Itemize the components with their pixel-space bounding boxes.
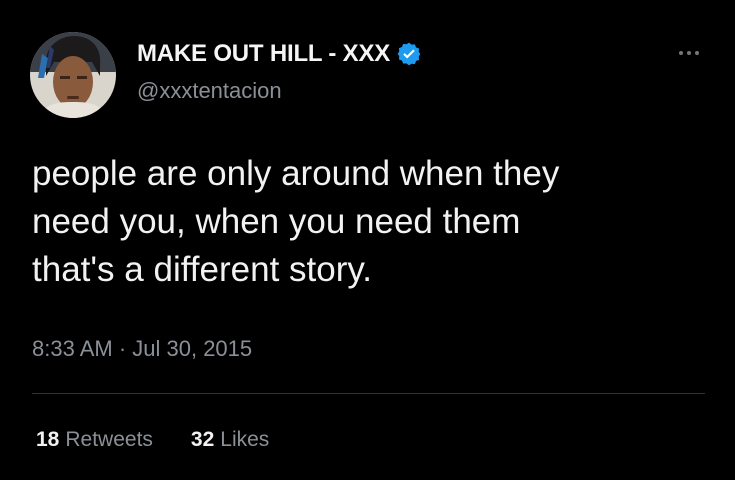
retweets-stat[interactable]: 18 Retweets: [36, 428, 153, 452]
retweets-label: Retweets: [65, 428, 153, 451]
tweet-card: MAKE OUT HILL - XXX @xxxtentacion people…: [0, 0, 735, 480]
tweet-text-line: that's a different story.: [32, 250, 373, 289]
tweet-text: people are only around when they need yo…: [32, 150, 692, 294]
display-name[interactable]: MAKE OUT HILL - XXX: [137, 40, 390, 68]
divider: [32, 393, 705, 394]
author-name-row[interactable]: MAKE OUT HILL - XXX: [137, 40, 422, 68]
likes-label: Likes: [220, 428, 270, 451]
dot: [687, 51, 691, 55]
author-handle[interactable]: @xxxtentacion: [137, 78, 282, 104]
likes-count: 32: [190, 428, 215, 451]
more-options-icon[interactable]: [669, 40, 709, 66]
likes-stat[interactable]: 32 Likes: [191, 428, 269, 452]
avatar[interactable]: [30, 32, 116, 118]
dot: [679, 51, 683, 55]
avatar-image: [30, 32, 116, 118]
verified-badge-icon: [396, 41, 422, 67]
retweets-count: 18: [36, 428, 60, 451]
tweet-text-line: need you, when you need them: [32, 202, 521, 241]
tweet-timestamp[interactable]: 8:33 AM · Jul 30, 2015: [32, 336, 252, 362]
engagement-stats: 18 Retweets 32 Likes: [36, 428, 269, 452]
dot: [695, 51, 699, 55]
tweet-text-line: people are only around when they: [32, 154, 560, 193]
